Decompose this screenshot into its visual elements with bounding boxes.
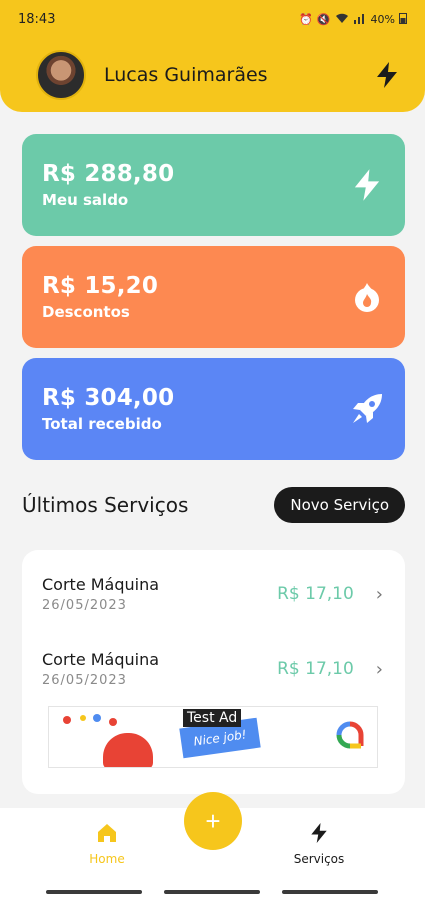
ad-monster-graphic	[103, 733, 153, 767]
ad-dots-graphic	[63, 714, 117, 726]
nav-home[interactable]: Home	[62, 822, 152, 866]
alarm-icon: ⏰	[299, 12, 313, 26]
status-time: 18:43	[18, 11, 56, 27]
sys-nav-home[interactable]	[164, 890, 260, 894]
balance-label: Meu saldo	[42, 191, 129, 209]
nav-services-label: Serviços	[293, 852, 345, 866]
service-date: 26/05/2023	[42, 598, 127, 613]
balance-card[interactable]: R$ 288,80 Meu saldo	[22, 134, 405, 236]
bolt-icon	[349, 167, 385, 203]
service-name: Corte Máquina	[42, 575, 160, 594]
new-service-button[interactable]: Novo Serviço	[274, 487, 405, 523]
app-header: Lucas Guimarães	[0, 38, 425, 112]
total-received-card[interactable]: R$ 304,00 Total recebido	[22, 358, 405, 460]
user-name: Lucas Guimarães	[104, 64, 268, 86]
bolt-icon	[311, 823, 327, 843]
status-bar: 18:43 ⏰ 🔇 40%	[0, 0, 425, 38]
nav-services[interactable]: Serviços	[274, 822, 364, 866]
avatar[interactable]	[36, 50, 86, 100]
status-icons: ⏰ 🔇 40%	[299, 12, 407, 27]
discounts-label: Descontos	[42, 303, 130, 321]
wifi-icon	[335, 12, 349, 27]
chevron-right-icon: ›	[375, 658, 383, 680]
add-fab-button[interactable]: +	[184, 792, 242, 850]
battery-level: 40%	[370, 12, 395, 26]
ad-banner[interactable]: Nice job! Test Ad	[48, 706, 378, 768]
service-name: Corte Máquina	[42, 650, 160, 669]
section-title: Últimos Serviços	[22, 493, 189, 517]
list-item[interactable]: Corte Máquina 26/05/2023 R$ 17,10 ›	[22, 564, 405, 624]
chevron-right-icon: ›	[375, 583, 383, 605]
total-received-label: Total recebido	[42, 415, 162, 433]
flame-icon	[349, 279, 385, 315]
home-icon	[98, 824, 116, 842]
discounts-amount: R$ 15,20	[42, 273, 159, 299]
bolt-icon	[377, 62, 397, 88]
header-bolt-button[interactable]	[371, 59, 403, 91]
battery-icon	[399, 12, 407, 27]
service-date: 26/05/2023	[42, 673, 127, 688]
ad-logo-icon	[336, 721, 364, 749]
total-received-amount: R$ 304,00	[42, 385, 175, 411]
services-list: Corte Máquina 26/05/2023 R$ 17,10 › Cort…	[22, 550, 405, 794]
services-section-header: Últimos Serviços Novo Serviço	[22, 486, 405, 524]
ad-label: Test Ad	[183, 709, 242, 727]
mute-icon: 🔇	[316, 12, 331, 26]
discounts-card[interactable]: R$ 15,20 Descontos	[22, 246, 405, 348]
sys-nav-back[interactable]	[46, 890, 142, 894]
service-price: R$ 17,10	[277, 659, 354, 679]
signal-icon	[353, 12, 367, 27]
nav-home-label: Home	[89, 852, 125, 866]
sys-nav-recents[interactable]	[282, 890, 378, 894]
service-price: R$ 17,10	[277, 584, 354, 604]
list-item[interactable]: Corte Máquina 26/05/2023 R$ 17,10 ›	[22, 639, 405, 699]
balance-amount: R$ 288,80	[42, 161, 175, 187]
rocket-icon	[349, 391, 385, 427]
system-nav-bar	[0, 886, 425, 900]
